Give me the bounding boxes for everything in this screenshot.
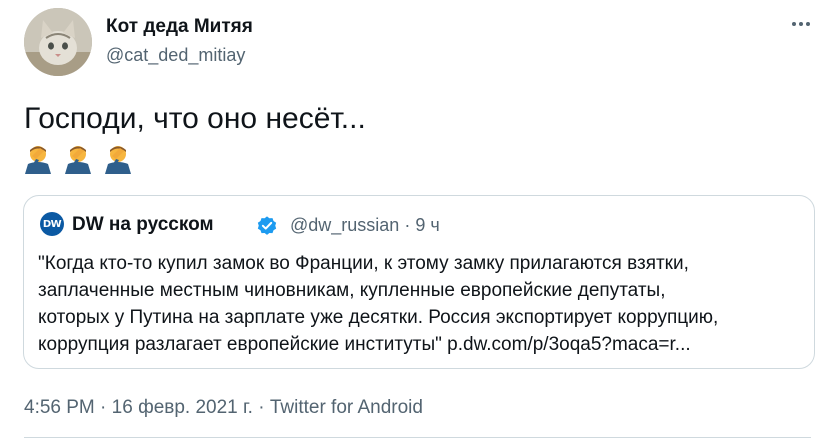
quoted-display-name[interactable]: DW на русском — [72, 214, 214, 236]
footer-separator: · — [100, 397, 107, 418]
quoted-handle[interactable]: @dw_russian — [290, 215, 399, 235]
tweet-date[interactable]: 16 февр. 2021 г. — [112, 397, 253, 418]
author-display-name[interactable]: Кот деда Митяя — [106, 16, 253, 38]
tweet-text: Господи, что оно несёт... — [24, 102, 366, 135]
quoted-avatar[interactable]: DW — [40, 212, 64, 236]
author-handle[interactable]: @cat_ded_mitiay — [106, 45, 245, 66]
quoted-time[interactable]: 9 ч — [415, 215, 439, 235]
face-palm-icon — [25, 146, 51, 174]
tweet: Кот деда Митяя @cat_ded_mitiay Господи, … — [0, 0, 835, 443]
tweet-source[interactable]: Twitter for Android — [270, 397, 423, 418]
more-options-button[interactable] — [789, 12, 813, 36]
dw-logo-label: DW — [42, 218, 62, 230]
face-palm-icon — [105, 146, 131, 174]
quoted-text: "Когда кто-то купил замок во Франции, к … — [38, 253, 719, 355]
tweet-time[interactable]: 4:56 PM — [24, 397, 95, 418]
quoted-separator: · — [404, 215, 411, 235]
quoted-tweet[interactable]: DW DW на русском @dw_russian · 9 ч "Когд… — [23, 195, 815, 369]
tweet-timestamp: 4:56 PM · 16 февр. 2021 г. · Twitter for… — [24, 397, 423, 419]
divider — [24, 437, 811, 438]
author-avatar[interactable] — [24, 8, 92, 76]
emoji-row — [22, 142, 134, 174]
quoted-meta: @dw_russian · 9 ч — [290, 215, 440, 236]
face-palm-icon — [65, 146, 91, 174]
more-horizontal-icon — [792, 22, 810, 26]
verified-badge-icon — [257, 216, 277, 235]
cat-avatar-icon — [24, 8, 92, 76]
footer-separator: · — [258, 397, 265, 418]
